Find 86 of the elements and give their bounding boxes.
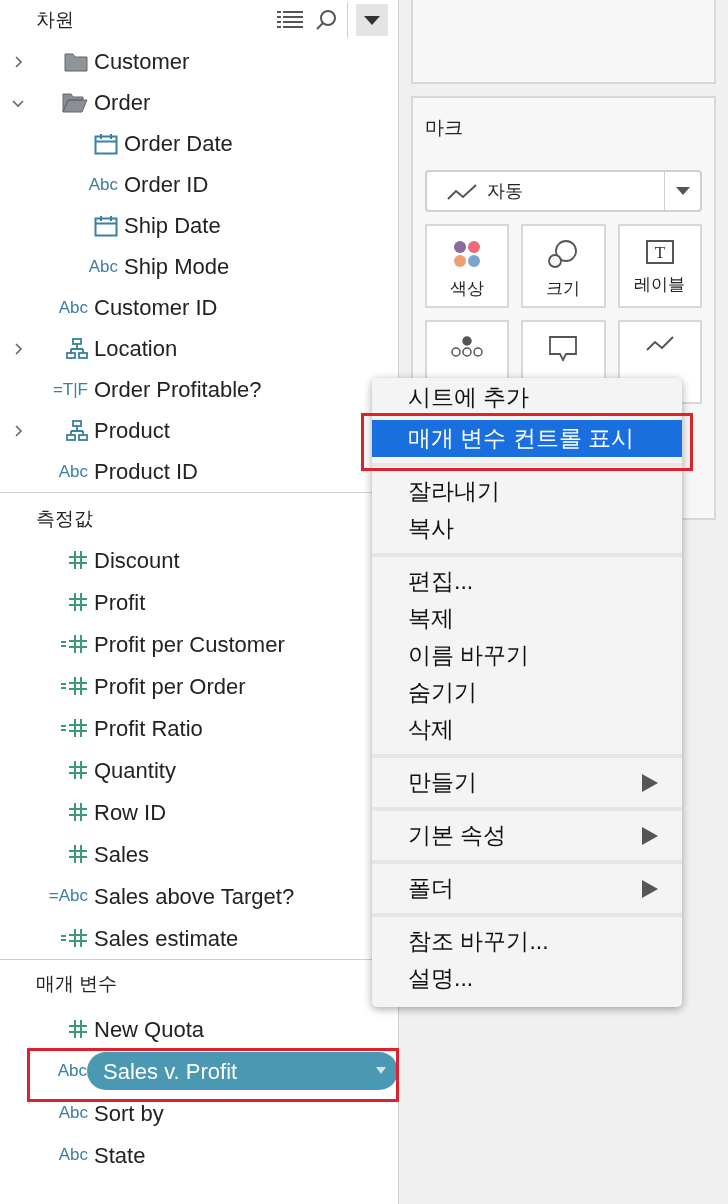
menu-item[interactable]: 기본 속성 (372, 817, 682, 854)
field-item[interactable]: Order (92, 86, 151, 119)
number-icon (68, 592, 88, 612)
field-item[interactable]: Product (92, 414, 170, 447)
field-item[interactable]: Profit (92, 585, 146, 619)
field-item[interactable]: Profit Ratio (92, 711, 203, 745)
data-type-label: Abc (88, 255, 118, 278)
number-icon (68, 1019, 88, 1039)
field-item[interactable]: Order Profitable? (92, 373, 262, 406)
data-type-label: Abc (58, 460, 88, 483)
field-item[interactable]: Ship Date (122, 209, 221, 242)
data-type-label: Abc (58, 1102, 88, 1125)
menu-item[interactable]: 매개 변수 컨트롤 표시 (372, 420, 682, 457)
field-item[interactable]: Order Date (122, 127, 233, 160)
menu-item[interactable]: 시트에 추가 (372, 382, 682, 412)
mark-card-button[interactable]: 색상 (425, 224, 510, 308)
data-type-label: =Abc (48, 885, 88, 908)
card-title: 마크 (425, 116, 464, 140)
hierarchy-icon (66, 337, 88, 360)
number-icon (68, 802, 88, 822)
calendar-icon (94, 132, 118, 155)
field-item[interactable]: Sales estimate (92, 921, 239, 955)
open-folder-icon (62, 91, 88, 114)
menu-item[interactable]: 숨기기 (372, 674, 682, 711)
list-view-icon[interactable] (277, 11, 303, 29)
menu-item[interactable]: 만들기 (372, 764, 682, 801)
caret-down-icon (364, 15, 380, 25)
mark-card-button[interactable]: 크기 (521, 224, 606, 308)
field-item[interactable]: New Quota (92, 1012, 205, 1046)
data-type-label: Abc (58, 296, 88, 319)
field-item[interactable]: Ship Mode (122, 250, 230, 283)
mark-card-button[interactable]: T 레이블 (617, 224, 702, 308)
calculated-number-icon (60, 718, 88, 738)
color-dots-icon (453, 240, 482, 268)
number-icon (68, 760, 88, 780)
field-item[interactable]: Customer (92, 45, 190, 78)
menu-item[interactable]: 삭제 (372, 711, 682, 748)
field-item[interactable]: Customer ID (92, 291, 218, 324)
menu-item[interactable]: 설명... (372, 960, 682, 997)
field-item[interactable]: State (92, 1138, 146, 1172)
menu-item[interactable]: 참조 바꾸기... (372, 923, 682, 960)
field-item[interactable]: Location (92, 332, 178, 365)
field-item[interactable]: Quantity (92, 753, 176, 787)
menu-item[interactable]: 폴더 (372, 870, 682, 907)
mark-type-dropdown[interactable]: 자동 (425, 170, 702, 212)
menu-item[interactable]: 잘라내기 (372, 473, 682, 510)
field-item[interactable]: Sort by (92, 1096, 164, 1130)
calendar-icon (94, 214, 118, 237)
menu-item[interactable]: 복사 (372, 510, 682, 547)
menu-item[interactable]: 편집... (372, 563, 682, 600)
search-icon[interactable] (315, 9, 337, 31)
folder-icon (64, 51, 88, 72)
field-item[interactable]: Sales above Target? (92, 879, 295, 913)
line-icon (645, 336, 674, 352)
number-icon (68, 844, 88, 864)
field-item[interactable]: Product ID (92, 455, 198, 488)
field-item[interactable]: Row ID (92, 795, 167, 829)
detail-dots-icon (451, 336, 484, 358)
section-title: 매개 변수 (36, 971, 118, 996)
speech-bubble-icon (549, 336, 578, 362)
field-item[interactable]: Order ID (122, 168, 209, 201)
chevron-right-icon[interactable] (12, 55, 24, 68)
data-type-label: Abc (88, 173, 118, 196)
data-type-label: Abc (58, 1144, 88, 1167)
circles-icon (548, 240, 579, 268)
section-title: 차원 (36, 7, 75, 32)
data-type-label: =T|F (52, 378, 88, 401)
chevron-right-icon[interactable] (12, 342, 24, 355)
caret-down-icon[interactable] (675, 187, 690, 195)
calculated-number-icon (60, 928, 88, 948)
data-type-label: Abc (57, 1060, 88, 1083)
calculated-number-icon (60, 634, 88, 654)
menu-item[interactable]: 복제 (372, 600, 682, 637)
field-item[interactable]: Sales (92, 837, 150, 871)
dropdown-button[interactable] (356, 4, 388, 36)
menu-item[interactable]: 이름 바꾸기 (372, 637, 682, 674)
number-icon (68, 550, 88, 570)
text-icon: T (645, 240, 674, 264)
field-item[interactable]: Discount (92, 543, 180, 577)
field-item[interactable]: Profit per Customer (92, 627, 285, 661)
field-item[interactable]: Profit per Order (92, 669, 246, 703)
chevron-right-icon[interactable] (12, 424, 24, 437)
line-icon (447, 182, 477, 200)
calculated-number-icon (60, 676, 88, 696)
section-title: 측정값 (36, 506, 93, 531)
hierarchy-icon (66, 419, 88, 442)
